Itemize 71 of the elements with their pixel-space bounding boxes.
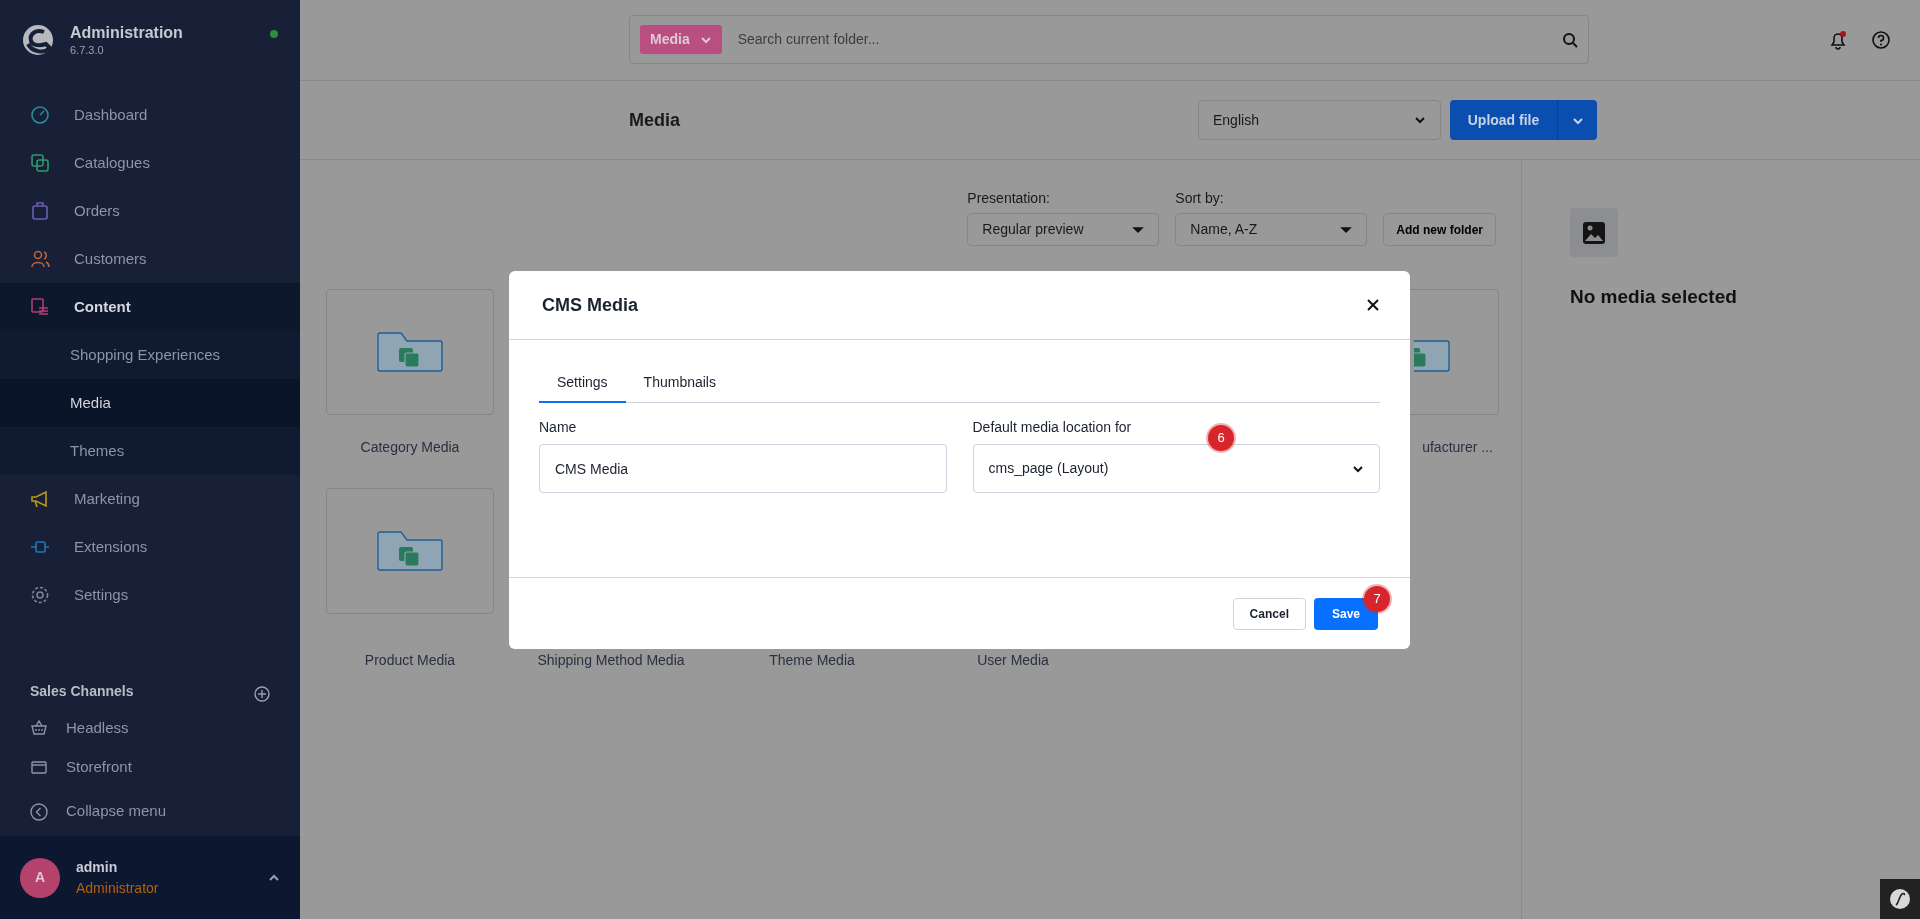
select-field[interactable]: Name, A-Z (1175, 213, 1368, 246)
users-icon (30, 248, 50, 269)
language-select[interactable]: English (1198, 100, 1441, 140)
sidebar-subitem[interactable]: Media (0, 378, 300, 427)
megaphone-icon (30, 488, 50, 509)
field-label: Sort by: (1175, 189, 1224, 208)
storefront-icon (30, 758, 48, 777)
logo-mark-icon (1889, 888, 1911, 910)
tab[interactable]: Settings (539, 362, 626, 403)
logo-icon (22, 24, 54, 56)
debug-toolbar-icon[interactable] (1880, 879, 1920, 919)
sidebar-subitem[interactable]: Shopping Experiences (0, 330, 300, 379)
select-field[interactable]: Regular preview (967, 213, 1160, 246)
sidebar-item[interactable]: Catalogues (0, 138, 300, 187)
copy-icon (30, 152, 50, 173)
folder-tile[interactable] (326, 289, 494, 415)
image-icon (1582, 220, 1606, 245)
sidebar-item[interactable]: Dashboard (0, 90, 300, 139)
cancel-button[interactable]: Cancel (1232, 597, 1306, 630)
step-marker: 7 (1364, 586, 1390, 612)
sidebar-subitem[interactable]: Themes (0, 426, 300, 475)
field-label: Presentation: (967, 189, 1050, 208)
sidebar-item[interactable]: Settings (0, 570, 300, 619)
folder-label[interactable]: Theme Media (728, 650, 896, 671)
folder-label[interactable]: Product Media (326, 650, 494, 671)
user-name: admin (76, 857, 119, 877)
add-folder-button[interactable]: Add new folder (1383, 213, 1496, 246)
tab[interactable]: Thumbnails (625, 362, 734, 403)
user-avatar: A (20, 857, 60, 898)
chevron-down-icon (1414, 114, 1426, 126)
search-icon[interactable] (1562, 31, 1578, 48)
empty-state-text: No media selected (1570, 285, 1738, 309)
chevron-left-icon (30, 802, 48, 821)
name-input[interactable]: CMS Media (539, 444, 947, 493)
help-icon[interactable] (1872, 30, 1890, 49)
upload-button[interactable]: Upload file (1450, 100, 1557, 140)
sidebar-item[interactable]: Marketing (0, 474, 300, 523)
app-title: Administration (70, 24, 184, 42)
sidebar-item[interactable]: Content (0, 282, 300, 331)
folder-label[interactable]: User Media (929, 650, 1097, 671)
folder-icon (377, 530, 443, 572)
search-field[interactable]: Media Search current folder... (629, 15, 1589, 64)
scope-dropdown[interactable]: Media (640, 25, 722, 54)
user-role: Administrator (76, 878, 160, 898)
step-marker: 6 (1208, 425, 1234, 451)
field-label: Name (539, 418, 577, 437)
basket-icon (30, 718, 48, 737)
sales-channel-item[interactable]: Storefront (0, 747, 300, 788)
sales-channel-item[interactable]: Headless (0, 708, 300, 748)
folder-tile[interactable] (326, 488, 494, 614)
section-heading: Sales Channels (30, 682, 134, 702)
version-text: 6.7.3.0 (70, 42, 105, 58)
bag-icon (30, 200, 50, 221)
sidebar-item[interactable]: Extensions (0, 522, 300, 571)
folder-label[interactable]: Category Media (326, 437, 494, 458)
gauge-icon (30, 104, 50, 125)
sidebar-item[interactable]: Customers (0, 234, 300, 283)
settings-icon (30, 584, 50, 605)
collapse-menu-button[interactable]: Collapse menu (0, 787, 300, 837)
page-title: Media (629, 108, 680, 132)
location-select[interactable]: cms_page (Layout) (972, 444, 1380, 493)
dropdown-toggle-button[interactable] (1557, 100, 1597, 140)
sidebar-item[interactable]: Orders (0, 186, 300, 235)
field-label: Default media location for (972, 418, 1132, 437)
close-icon[interactable] (1366, 298, 1380, 312)
folder-label[interactable]: Shipping Method Media (527, 650, 695, 671)
bell-icon[interactable] (1828, 30, 1848, 51)
dialog-title: CMS Media (542, 293, 638, 317)
add-icon[interactable] (254, 686, 270, 703)
content-icon (30, 296, 50, 317)
folder-icon (377, 331, 443, 373)
